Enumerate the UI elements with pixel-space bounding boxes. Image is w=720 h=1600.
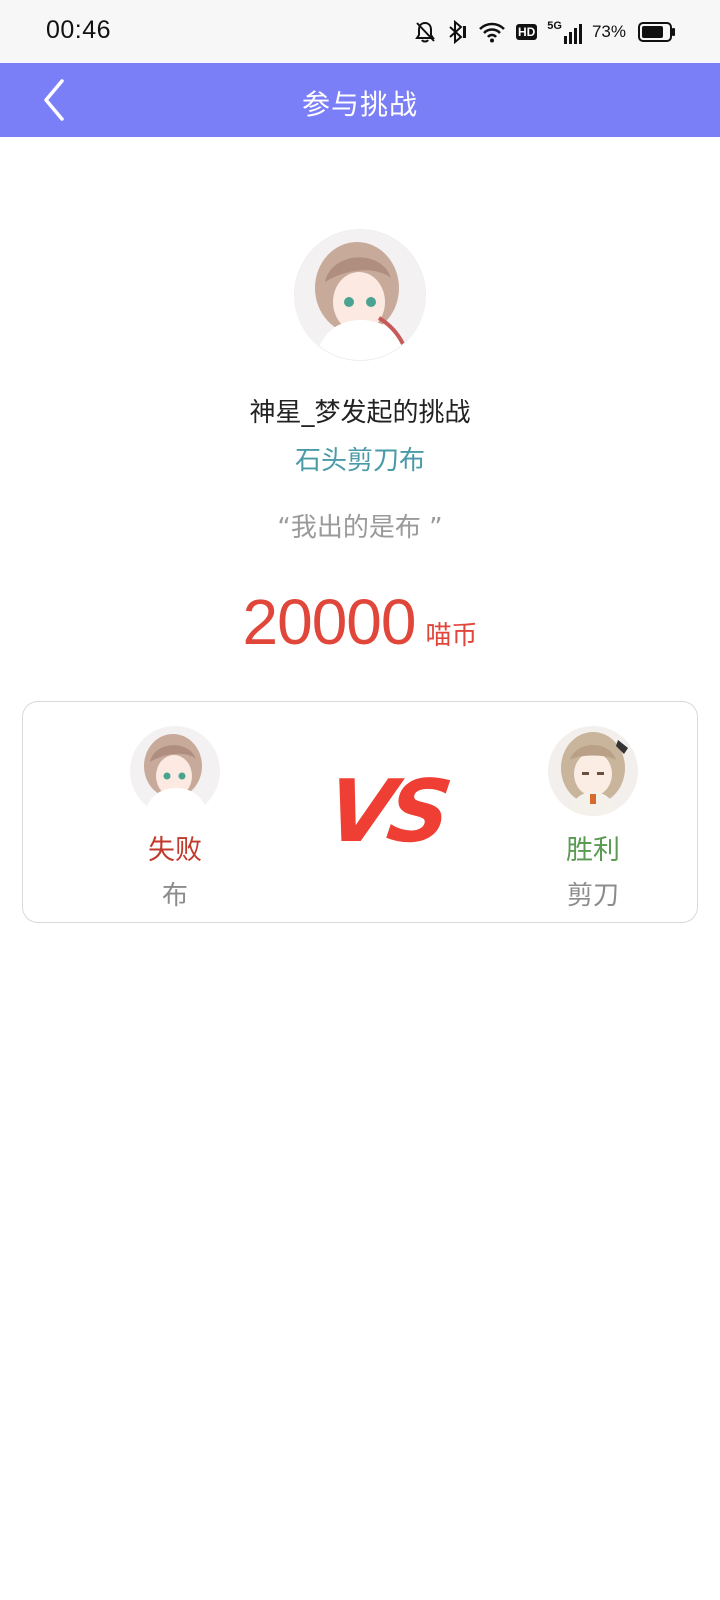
status-time: 00:46 [46, 16, 112, 44]
nav-bar: 参与挑战 [0, 63, 720, 137]
status-bar: 00:46 HD 5G 73% [0, 0, 720, 63]
prize-row: 20000 喵币 [0, 585, 720, 659]
game-name: 石头剪刀布 [294, 446, 425, 476]
result-card: 失败 布 VS 胜利 剪刀 [22, 701, 698, 923]
player-left-avatar[interactable] [130, 726, 220, 816]
prize-amount: 20000 [242, 586, 417, 658]
bluetooth-icon [449, 20, 466, 44]
network-type: 5G [547, 20, 562, 32]
challenge-title: 神星_梦发起的挑战 [249, 398, 471, 428]
bell-muted-icon [415, 21, 435, 43]
hd-badge: HD [515, 24, 538, 40]
player-right-avatar[interactable] [548, 726, 638, 816]
player-right-choice: 剪刀 [566, 881, 619, 911]
battery-icon [638, 22, 675, 42]
status-icons: HD 5G 73% [414, 18, 676, 46]
player-left-status: 失败 [148, 835, 202, 866]
prize-unit: 喵币 [425, 621, 478, 651]
wifi-icon [479, 22, 505, 43]
challenger-avatar[interactable] [295, 230, 425, 360]
page-title: 参与挑战 [301, 88, 418, 121]
battery-percent: 73% [591, 22, 626, 41]
player-right-status: 胜利 [566, 835, 620, 866]
challenger-quote: “我出的是布 ” [277, 513, 443, 543]
player-left: 失败 布 [120, 726, 230, 912]
signal-icon: 5G [547, 20, 582, 44]
vs-label: VS [320, 762, 452, 862]
player-left-choice: 布 [161, 881, 188, 911]
player-right: 胜利 剪刀 [538, 726, 648, 912]
